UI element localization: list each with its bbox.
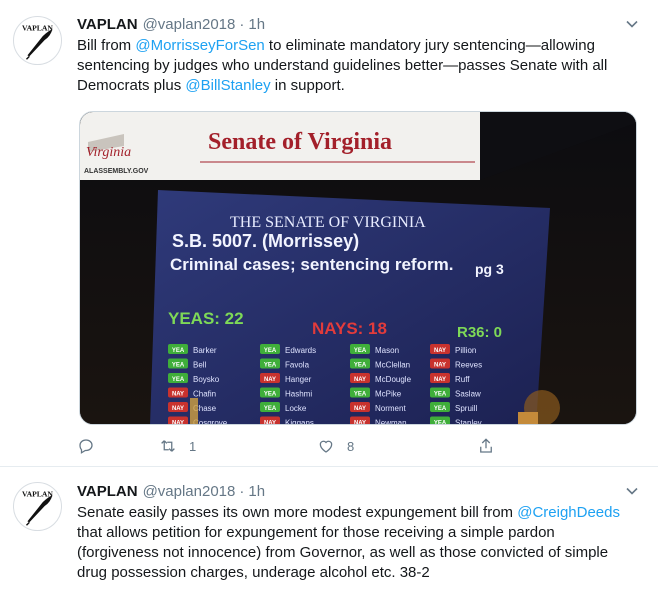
user-handle[interactable]: @vaplan2018: [143, 16, 236, 33]
vote-badge-label: NAY: [434, 363, 446, 369]
vote-badge-label: YEA: [434, 406, 447, 412]
avatar[interactable]: VAPLAN: [13, 482, 62, 531]
senator-name: Edwards: [285, 346, 316, 355]
tweet[interactable]: VAPLAN VAPLAN @vaplan2018 · 1h Bill from…: [0, 0, 658, 467]
tweet-text: Bill from @MorrisseyForSen to eliminate …: [77, 36, 637, 96]
vote-badge-label: YEA: [172, 377, 185, 383]
text-segment: that allows petition for expungement for…: [77, 524, 609, 581]
retweet-icon: [161, 440, 175, 452]
mention-link[interactable]: @MorrisseyForSen: [135, 37, 264, 54]
senator-name: Stanley: [455, 419, 482, 426]
senator-name: McDougle: [375, 375, 412, 384]
senate-vote-board-photo: Virginia ALASSEMBLY.GOV Senate of Virgin…: [80, 112, 636, 426]
senator-name: Bell: [193, 361, 207, 370]
vote-badge-label: YEA: [354, 392, 367, 398]
user-handle[interactable]: @vaplan2018: [143, 483, 236, 500]
reply-button[interactable]: [77, 437, 159, 455]
senator-name: Reeves: [455, 361, 482, 370]
vote-badge-label: YEA: [264, 392, 277, 398]
vote-badge-label: NAY: [434, 348, 446, 354]
share-icon: [480, 438, 492, 453]
tweet-header: VAPLAN @vaplan2018 · 1h: [77, 14, 265, 34]
senator-name: McPike: [375, 390, 402, 399]
screen-heading: THE SENATE OF VIRGINIA: [230, 214, 426, 231]
separator-dot: ·: [239, 482, 245, 500]
senator-name: Spruill: [455, 404, 477, 413]
heart-icon: [319, 440, 333, 453]
vote-badge-label: NAY: [264, 377, 276, 383]
mention-link[interactable]: @CreighDeeds: [517, 504, 620, 521]
retweet-button[interactable]: 1: [159, 437, 317, 455]
senator-name: Saslaw: [455, 390, 481, 399]
page-indicator: pg 3: [475, 261, 504, 277]
like-button[interactable]: 8: [317, 437, 477, 455]
vote-badge-label: NAY: [354, 377, 366, 383]
vote-badge-label: NAY: [172, 406, 184, 412]
senator-name: Hanger: [285, 375, 312, 384]
avatar[interactable]: VAPLAN: [13, 16, 62, 65]
senator-name: Locke: [285, 404, 307, 413]
avatar-text: VAPLAN: [22, 23, 53, 32]
vote-badge-label: NAY: [354, 421, 366, 426]
bill-title: Criminal cases; sentencing reform.: [170, 255, 453, 274]
vote-badge-label: YEA: [172, 363, 185, 369]
tweet-actions: 1 8: [77, 436, 495, 456]
separator-dot: ·: [239, 15, 245, 33]
vote-badge-label: YEA: [354, 363, 367, 369]
senator-name: Norment: [375, 404, 406, 413]
vote-badge-label: YEA: [172, 348, 185, 354]
avatar-text: VAPLAN: [22, 489, 53, 498]
senator-name: McClellan: [375, 361, 410, 370]
vote-badge-label: NAY: [434, 377, 446, 383]
mention-link[interactable]: @BillStanley: [185, 77, 270, 94]
text-segment: Bill from: [77, 37, 136, 54]
senator-name: Ruff: [455, 375, 470, 384]
banner-site: ALASSEMBLY.GOV: [84, 168, 149, 175]
senator-name: Boysko: [193, 375, 220, 384]
vote-badge-label: YEA: [264, 363, 277, 369]
like-count: 8: [347, 438, 355, 454]
vote-badge-label: YEA: [434, 421, 447, 426]
banner-title: Senate of Virginia: [208, 129, 392, 155]
bill-number: S.B. 5007. (Morrissey): [172, 231, 359, 251]
senator-name: Favola: [285, 361, 310, 370]
chevron-down-icon[interactable]: [625, 484, 639, 498]
senator-name: Cosgrove: [193, 419, 228, 426]
nays-count: NAYS: 18: [312, 319, 387, 338]
tweet[interactable]: VAPLAN VAPLAN @vaplan2018 · 1h Senate ea…: [0, 467, 658, 607]
rule-count: R36: 0: [457, 324, 502, 341]
senator-name: Mason: [375, 346, 399, 355]
display-name[interactable]: VAPLAN: [77, 16, 138, 33]
yeas-count: YEAS: 22: [168, 309, 244, 328]
vote-badge-label: NAY: [172, 392, 184, 398]
text-segment: Senate easily passes its own more modest…: [77, 504, 518, 521]
vote-badge-label: NAY: [354, 406, 366, 412]
senator-name: Hashmi: [285, 390, 312, 399]
timestamp[interactable]: 1h: [248, 483, 265, 500]
senator-name: Kiggans: [285, 419, 314, 426]
tweet-text: Senate easily passes its own more modest…: [77, 503, 637, 583]
chevron-down-icon[interactable]: [625, 17, 639, 31]
senator-name: Chafin: [193, 390, 216, 399]
vote-badge-label: YEA: [264, 348, 277, 354]
text-segment: in support.: [270, 77, 345, 94]
retweet-count: 1: [189, 438, 197, 454]
senator-name: Pillion: [455, 346, 476, 355]
quill-logo-icon: VAPLAN: [22, 489, 53, 526]
display-name[interactable]: VAPLAN: [77, 483, 138, 500]
vote-badge-label: YEA: [264, 406, 277, 412]
vote-badge-label: NAY: [172, 421, 184, 426]
senator-name: Barker: [193, 346, 217, 355]
vote-badge-label: YEA: [354, 348, 367, 354]
reply-icon: [79, 439, 93, 454]
tweet-image[interactable]: Virginia ALASSEMBLY.GOV Senate of Virgin…: [79, 111, 637, 425]
senator-name: Newman: [375, 419, 407, 426]
banner-logo: Virginia: [86, 145, 131, 160]
tweet-header: VAPLAN @vaplan2018 · 1h: [77, 481, 265, 501]
vote-badge-label: NAY: [264, 421, 276, 426]
vote-badge-label: YEA: [434, 392, 447, 398]
timestamp[interactable]: 1h: [248, 16, 265, 33]
share-button[interactable]: [477, 437, 495, 455]
quill-logo-icon: VAPLAN: [22, 23, 53, 60]
